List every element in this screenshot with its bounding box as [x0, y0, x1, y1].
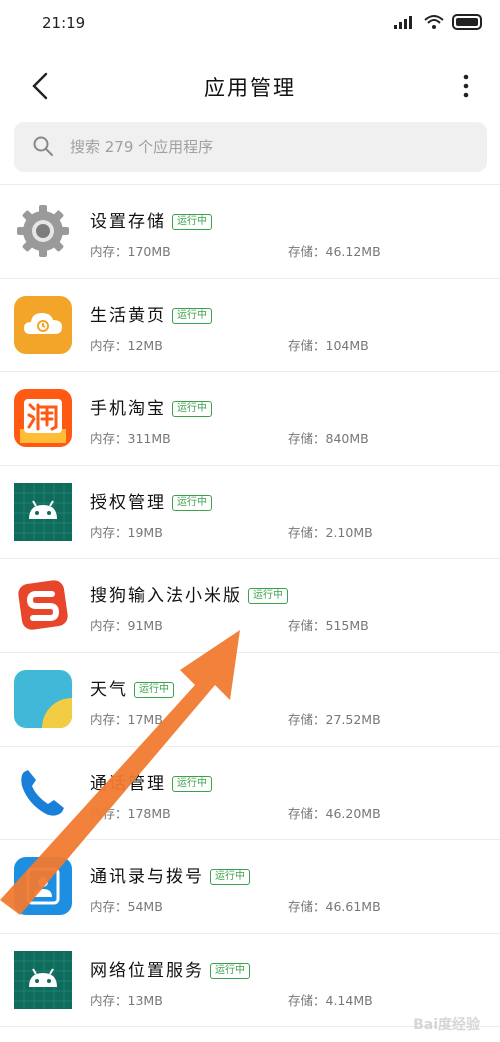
search-input[interactable]: [70, 122, 470, 172]
yellow-pages-icon: [14, 295, 72, 354]
more-menu-icon[interactable]: [458, 70, 474, 102]
memory-usage: 内存：54MB: [90, 899, 163, 915]
storage-usage: 存储：104MB: [288, 337, 369, 353]
list-item[interactable]: 搜狗输入法小米版 运行中 内存：91MB 存储：515MB: [0, 559, 500, 653]
search-bar[interactable]: [14, 122, 487, 172]
app-name: 通话管理 运行中: [90, 769, 212, 794]
status-icons: [394, 14, 484, 30]
list-item[interactable]: 通话管理 运行中 内存：178MB 存储：46.20MB: [0, 747, 500, 841]
list-item[interactable]: 授权管理 运行中 内存：19MB 存储：2.10MB: [0, 466, 500, 560]
battery-icon: [452, 14, 482, 30]
page-title: 应用管理: [204, 76, 296, 100]
storage-usage: 存储：515MB: [288, 618, 369, 634]
running-badge: 运行中: [172, 401, 212, 418]
storage-usage: 存储：4.14MB: [288, 992, 373, 1008]
list-item[interactable]: 通讯录与拨号 运行中 内存：54MB 存储：46.61MB: [0, 840, 500, 934]
list-item[interactable]: 手机淘宝 运行中 内存：311MB 存储：840MB: [0, 372, 500, 466]
memory-usage: 内存：91MB: [90, 618, 163, 634]
running-badge: 运行中: [172, 307, 212, 324]
app-name: 搜狗输入法小米版 运行中: [90, 581, 288, 606]
app-name: 设置存储 运行中: [90, 207, 212, 232]
android-icon: [14, 950, 72, 1009]
status-time: 21:19: [42, 14, 86, 32]
running-badge: 运行中: [172, 494, 212, 511]
storage-usage: 存储：840MB: [288, 431, 369, 447]
running-badge: 运行中: [210, 962, 250, 979]
running-badge: 运行中: [248, 588, 288, 605]
top-app-bar: 应用管理: [0, 56, 500, 116]
app-name: 通讯录与拨号 运行中: [90, 862, 250, 887]
sogou-icon: [14, 576, 72, 635]
memory-usage: 内存：12MB: [90, 337, 163, 353]
memory-usage: 内存：178MB: [90, 805, 171, 821]
storage-usage: 存储：2.10MB: [288, 524, 373, 540]
phone-icon: [14, 763, 72, 822]
running-badge: 运行中: [134, 681, 174, 698]
android-icon: [14, 482, 72, 541]
memory-usage: 内存：17MB: [90, 711, 163, 727]
app-name: 手机淘宝 运行中: [90, 394, 212, 419]
app-name: 授权管理 运行中: [90, 488, 212, 513]
settings-gear-icon: [14, 202, 72, 260]
taobao-icon: [14, 389, 72, 448]
memory-usage: 内存：311MB: [90, 431, 171, 447]
storage-usage: 存储：46.61MB: [288, 899, 381, 915]
app-name: 生活黄页 运行中: [90, 301, 212, 326]
app-name: 网络位置服务 运行中: [90, 956, 250, 981]
storage-usage: 存储：27.52MB: [288, 711, 381, 727]
wifi-icon: [424, 15, 444, 29]
running-badge: 运行中: [210, 869, 250, 886]
signal-icon: [394, 16, 412, 29]
storage-usage: 存储：46.20MB: [288, 805, 381, 821]
app-list: 设置存储 运行中 内存：170MB 存储：46.12MB 生活黄页 运行中 内存：1…: [0, 184, 500, 1028]
running-badge: 运行中: [172, 775, 212, 792]
running-badge: 运行中: [172, 214, 212, 230]
list-item[interactable]: 天气 运行中 内存：17MB 存储：27.52MB: [0, 653, 500, 747]
weather-icon: [14, 669, 72, 728]
list-item[interactable]: 生活黄页 运行中 内存：12MB 存储：104MB: [0, 279, 500, 373]
list-item[interactable]: 设置存储 运行中 内存：170MB 存储：46.12MB: [0, 185, 500, 279]
storage-usage: 存储：46.12MB: [288, 244, 381, 259]
search-icon: [33, 136, 53, 156]
memory-usage: 内存：13MB: [90, 992, 163, 1008]
status-bar: 21:19: [0, 0, 500, 50]
app-name: 天气 运行中: [90, 675, 174, 700]
watermark: Bai度经验: [413, 1017, 480, 1033]
contacts-icon: [14, 857, 72, 916]
memory-usage: 内存：19MB: [90, 524, 163, 540]
memory-usage: 内存：170MB: [90, 244, 171, 259]
